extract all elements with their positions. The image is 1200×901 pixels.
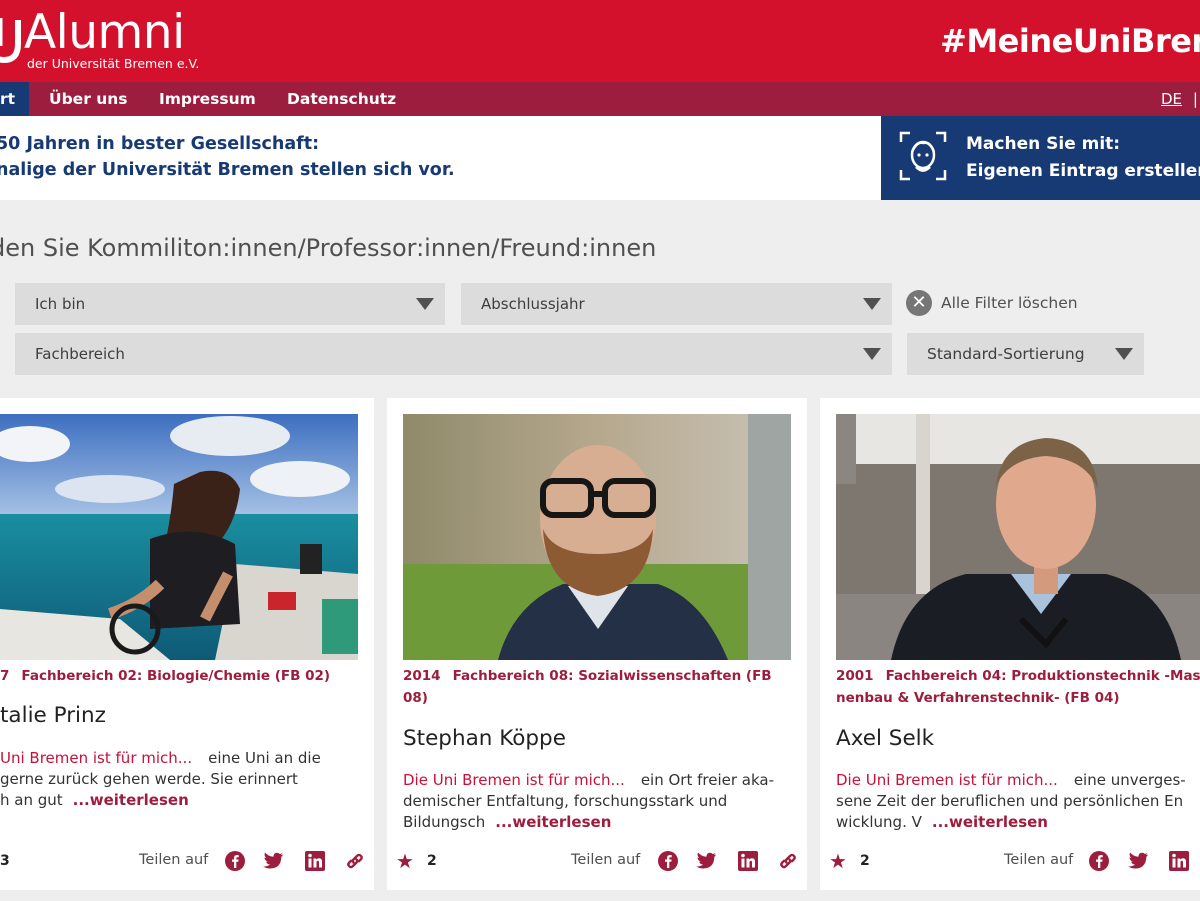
link-icon[interactable]	[344, 850, 366, 872]
share-label: Teilen auf	[571, 852, 641, 868]
quote-lead: Die Uni Bremen ist für mich...	[403, 771, 625, 789]
alumni-card[interactable]: 7 Fachbereich 02: Biologie/Chemie (FB 02)…	[0, 398, 374, 890]
quote-line-1: eine unverges-	[1073, 771, 1186, 789]
ich-bin-select[interactable]: Ich bin	[15, 283, 445, 325]
likes-count: 2	[860, 853, 870, 869]
clear-filters-label: Alle Filter löschen	[941, 294, 1078, 312]
cta-text: Machen Sie mit: Eigenen Eintrag erstelle…	[966, 131, 1200, 185]
twitter-icon[interactable]	[262, 850, 284, 872]
logo-subtitle: der Universität Bremen e.V.	[27, 56, 200, 71]
department: Fachbereich 02: Biologie/Chemie (FB 02)	[21, 668, 331, 684]
quote-lead: Die Uni Bremen ist für mich...	[836, 771, 1058, 789]
quote-line-3: h an gut	[0, 791, 63, 809]
face-scan-icon	[899, 130, 947, 182]
twitter-icon[interactable]	[695, 850, 717, 872]
alumni-name[interactable]: talie Prinz	[0, 703, 106, 728]
close-circle-icon: ✕	[906, 290, 932, 316]
hashtag-title: #MeineUniBremen	[940, 22, 1200, 60]
quote-lead: Uni Bremen ist für mich...	[0, 749, 193, 767]
abschlussjahr-select[interactable]: Abschlussjahr	[461, 283, 892, 325]
linkedin-icon[interactable]	[304, 850, 326, 872]
fachbereich-select[interactable]: Fachbereich	[15, 333, 892, 375]
quote-line-2: sene Zeit der beruflichen und persönlich…	[836, 792, 1184, 810]
alumni-photo[interactable]	[0, 414, 358, 660]
logo-title: Alumni	[24, 5, 185, 60]
graduation-year: 2001	[836, 668, 874, 684]
quote-line-1: eine Uni an die	[208, 749, 321, 767]
facebook-icon[interactable]	[1088, 850, 1110, 872]
share-label: Teilen auf	[1004, 852, 1074, 868]
sort-select[interactable]: Standard-Sortierung	[907, 333, 1144, 375]
abschlussjahr-label: Abschlussjahr	[481, 295, 585, 313]
link-icon[interactable]	[777, 850, 799, 872]
filter-heading: den Sie Kommiliton:innen/Professor:innen…	[0, 234, 657, 262]
intro-text: 50 Jahren in bester Gesellschaft: nalige…	[0, 131, 455, 183]
intro-line-1: 50 Jahren in bester Gesellschaft:	[0, 134, 320, 154]
nav-item-ueber-uns[interactable]: Über uns	[49, 82, 128, 116]
star-icon[interactable]: ★	[829, 850, 847, 872]
alumni-card[interactable]: 2014 Fachbereich 08: Sozialwissenschaften…	[387, 398, 807, 890]
lang-de-link[interactable]: DE	[1161, 90, 1182, 108]
linkedin-icon[interactable]	[1168, 850, 1190, 872]
quote-line-2: gerne zurück gehen werde. Sie erinnert	[0, 770, 298, 788]
cta-line-2: Eigenen Eintrag erstellen	[966, 161, 1200, 181]
alumni-name[interactable]: Stephan Köppe	[403, 726, 566, 751]
likes-count: 3	[0, 853, 10, 869]
chevron-down-icon	[1115, 348, 1133, 360]
nav-item-start[interactable]: rt	[0, 82, 29, 116]
chevron-down-icon	[863, 348, 881, 360]
card-meta: 7 Fachbereich 02: Biologie/Chemie (FB 02)	[0, 665, 370, 687]
alumni-name[interactable]: Axel Selk	[836, 726, 934, 751]
nav-item-impressum[interactable]: Impressum	[159, 82, 256, 116]
read-more-link[interactable]: ...weiterlesen	[932, 813, 1048, 831]
intro-line-2: nalige der Universität Bremen stellen si…	[0, 160, 455, 180]
read-more-link[interactable]: ...weiterlesen	[73, 791, 189, 809]
uni-logo-mark-icon	[0, 14, 22, 68]
department-cont: 08)	[403, 690, 428, 706]
main-nav: rt Über uns Impressum Datenschutz DE |	[0, 82, 1200, 116]
site-header: Alumni der Universität Bremen e.V. #Mein…	[0, 0, 1200, 82]
alumni-photo[interactable]	[836, 414, 1200, 660]
linkedin-icon[interactable]	[737, 850, 759, 872]
facebook-icon[interactable]	[657, 850, 679, 872]
department-cont: nenbau & Verfahrenstechnik- (FB 04)	[836, 690, 1120, 706]
cta-line-1: Machen Sie mit:	[966, 134, 1121, 154]
share-label: Teilen auf	[139, 852, 209, 868]
graduation-year: 2014	[403, 668, 441, 684]
chevron-down-icon	[416, 298, 434, 310]
facebook-icon[interactable]	[224, 850, 246, 872]
quote-line-3: wicklung. V	[836, 813, 922, 831]
twitter-icon[interactable]	[1127, 850, 1149, 872]
read-more-link[interactable]: ...weiterlesen	[495, 813, 611, 831]
alumni-logo[interactable]: Alumni der Universität Bremen e.V.	[0, 8, 199, 71]
department: Fachbereich 04: Produktionstechnik -Masc…	[885, 668, 1200, 684]
lang-separator: |	[1192, 90, 1198, 108]
chevron-down-icon	[863, 298, 881, 310]
ich-bin-label: Ich bin	[35, 295, 86, 313]
likes-count: 2	[427, 853, 437, 869]
create-entry-cta[interactable]: Machen Sie mit: Eigenen Eintrag erstelle…	[881, 116, 1200, 200]
card-quote: Die Uni Bremen ist für mich... eine unver…	[836, 770, 1200, 833]
card-quote: Uni Bremen ist für mich... eine Uni an di…	[0, 748, 370, 811]
card-meta: 2001 Fachbereich 04: Produktionstechnik -…	[836, 665, 1200, 709]
sort-label: Standard-Sortierung	[927, 345, 1085, 363]
fachbereich-label: Fachbereich	[35, 345, 125, 363]
nav-item-datenschutz[interactable]: Datenschutz	[287, 82, 396, 116]
alumni-photo[interactable]	[403, 414, 791, 660]
card-quote: Die Uni Bremen ist für mich... ein Ort fr…	[403, 770, 798, 833]
quote-line-3: Bildungsch	[403, 813, 486, 831]
card-meta: 2014 Fachbereich 08: Sozialwissenschaften…	[403, 665, 793, 709]
language-switch: DE |	[1161, 82, 1198, 116]
quote-line-2: demischer Entfaltung, forschungsstark un…	[403, 792, 728, 810]
intro-banner: 50 Jahren in bester Gesellschaft: nalige…	[0, 116, 881, 200]
alumni-card[interactable]: 2001 Fachbereich 04: Produktionstechnik -…	[820, 398, 1200, 890]
quote-line-1: ein Ort freier aka-	[640, 771, 775, 789]
department: Fachbereich 08: Sozialwissenschaften (FB	[452, 668, 772, 684]
clear-filters-button[interactable]: ✕ Alle Filter löschen	[906, 289, 1078, 317]
graduation-year: 7	[0, 668, 10, 684]
star-icon[interactable]: ★	[396, 850, 414, 872]
